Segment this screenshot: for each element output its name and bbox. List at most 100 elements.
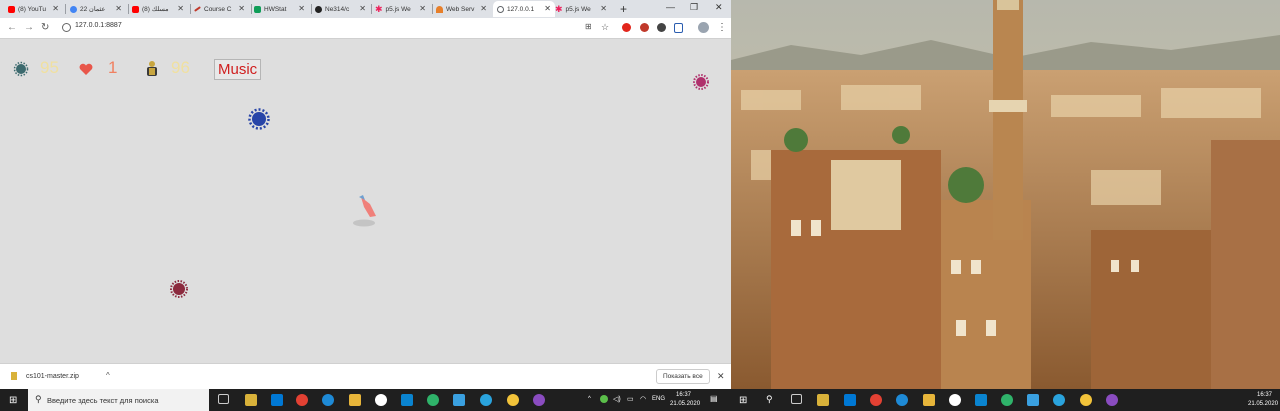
network-icon[interactable]: ◠ bbox=[640, 395, 646, 403]
extension-shield-icon[interactable] bbox=[674, 23, 683, 33]
forward-button[interactable]: → bbox=[24, 22, 34, 33]
app-blue-icon-2[interactable] bbox=[1027, 394, 1039, 406]
chevron-up-icon[interactable]: ^ bbox=[106, 371, 110, 380]
reload-button[interactable]: ↻ bbox=[41, 22, 49, 33]
game-graphics bbox=[13, 61, 709, 298]
tab-google[interactable]: عثمان 22 ✕ bbox=[70, 1, 126, 17]
tab-web-server[interactable]: Web Serv ✕ bbox=[436, 1, 491, 17]
app-yellow-icon-2[interactable] bbox=[1080, 394, 1092, 406]
back-button[interactable]: ← bbox=[7, 22, 17, 33]
close-icon[interactable]: ✕ bbox=[298, 4, 305, 13]
youtube-icon bbox=[132, 5, 139, 13]
edge-icon-2[interactable] bbox=[896, 394, 908, 406]
people-count: 96 bbox=[171, 58, 190, 77]
chrome-icon[interactable] bbox=[296, 394, 308, 406]
chrome-icon-2[interactable] bbox=[870, 394, 882, 406]
windows-start-icon-2[interactable]: ⊞ bbox=[739, 395, 747, 406]
vscode-icon-2[interactable] bbox=[975, 394, 987, 406]
bookmark-star-icon[interactable]: ☆ bbox=[601, 22, 609, 33]
tab-github[interactable]: Ne314/c ✕ bbox=[315, 1, 370, 17]
file-explorer-icon-2[interactable] bbox=[817, 394, 829, 406]
tab-localhost-active[interactable]: 127.0.0.1 ✕ bbox=[493, 1, 555, 17]
download-filename[interactable]: cs101-master.zip bbox=[26, 373, 79, 380]
tab-p5js-1[interactable]: ✱ p5.js We ✕ bbox=[375, 1, 430, 17]
tray-chevron-icon[interactable]: ^ bbox=[588, 396, 591, 402]
volume-icon[interactable]: ◁) bbox=[613, 395, 621, 403]
taskbar-search-box[interactable]: ⚲ Введите здесь текст для поиска bbox=[28, 389, 209, 411]
mail-icon-2[interactable] bbox=[844, 394, 856, 406]
music-button[interactable]: Music bbox=[214, 59, 262, 80]
app-yellow-icon[interactable] bbox=[507, 394, 519, 406]
close-download-bar-icon[interactable]: ✕ bbox=[717, 371, 725, 382]
app-blue-icon[interactable] bbox=[453, 394, 465, 406]
tab-label: (8) YouTu bbox=[18, 5, 46, 13]
virus-red bbox=[170, 280, 188, 298]
folder-icon[interactable] bbox=[349, 394, 361, 406]
app-purple-icon[interactable] bbox=[533, 394, 545, 406]
close-icon[interactable]: ✕ bbox=[419, 4, 426, 13]
game-canvas[interactable]: 95 1 96 Music bbox=[0, 39, 731, 363]
profile-avatar[interactable] bbox=[698, 22, 709, 33]
menu-icon[interactable]: ⋮ bbox=[717, 22, 727, 33]
notifications-icon[interactable]: ▤ bbox=[710, 394, 718, 403]
telegram-icon-2[interactable] bbox=[1053, 394, 1065, 406]
close-icon[interactable]: ✕ bbox=[480, 4, 487, 13]
language-indicator[interactable]: ENG bbox=[652, 396, 665, 402]
mail-icon[interactable] bbox=[271, 394, 283, 406]
close-icon[interactable]: ✕ bbox=[238, 4, 245, 13]
clock-time[interactable]: 16:37 bbox=[676, 392, 691, 398]
info-icon bbox=[62, 23, 71, 32]
lives-count: 1 bbox=[108, 58, 118, 77]
address-bar[interactable]: 127.0.0.1:8887 bbox=[75, 22, 122, 29]
tab-youtube-2[interactable]: (8) مسلك ✕ bbox=[132, 1, 188, 17]
search-icon-2[interactable]: ⚲ bbox=[766, 394, 773, 405]
clock-time-2[interactable]: 16:37 bbox=[1257, 392, 1272, 398]
new-tab-button[interactable]: + bbox=[620, 2, 627, 16]
translate-icon[interactable]: ⊞ bbox=[585, 22, 592, 31]
close-icon[interactable]: ✕ bbox=[52, 4, 59, 13]
clock-date[interactable]: 21.05.2020 bbox=[670, 401, 700, 407]
task-view-icon[interactable] bbox=[218, 394, 229, 404]
tab-separator bbox=[65, 4, 66, 14]
close-icon[interactable]: ✕ bbox=[359, 4, 366, 13]
tab-separator bbox=[251, 4, 252, 14]
file-explorer-icon[interactable] bbox=[245, 394, 257, 406]
task-view-icon-2[interactable] bbox=[791, 394, 802, 404]
google-icon bbox=[70, 5, 77, 13]
edge-icon[interactable] bbox=[322, 394, 334, 406]
app-green-icon-2[interactable] bbox=[1001, 394, 1013, 406]
tab-hwstat[interactable]: HWStat ✕ bbox=[254, 1, 309, 17]
minimize-button[interactable]: — bbox=[666, 2, 675, 12]
battery-icon[interactable]: ▭ bbox=[627, 395, 634, 403]
browser-window: (8) YouTu ✕ عثمان 22 ✕ (8) مسلك ✕ Course… bbox=[0, 0, 731, 389]
close-window-button[interactable]: ✕ bbox=[715, 2, 723, 13]
close-icon[interactable]: ✕ bbox=[177, 4, 184, 13]
tray-app-icon[interactable] bbox=[600, 395, 608, 403]
show-all-button[interactable]: Показать все bbox=[656, 369, 710, 384]
app-green-icon[interactable] bbox=[427, 394, 439, 406]
vscode-icon[interactable] bbox=[401, 394, 413, 406]
tab-p5js-2[interactable]: ✱ p5.js We ✕ bbox=[555, 1, 611, 17]
extension-abp-icon[interactable] bbox=[640, 23, 649, 32]
globe-icon bbox=[497, 5, 504, 13]
folder-icon-2[interactable] bbox=[923, 394, 935, 406]
yandex-icon-2[interactable] bbox=[949, 394, 961, 406]
close-icon[interactable]: ✕ bbox=[115, 4, 122, 13]
extension-red-icon[interactable] bbox=[622, 23, 631, 32]
close-icon[interactable]: ✕ bbox=[600, 4, 607, 13]
telegram-icon[interactable] bbox=[480, 394, 492, 406]
tab-course[interactable]: Course C ✕ bbox=[194, 1, 249, 17]
yandex-icon[interactable] bbox=[375, 394, 387, 406]
app-purple-icon-2[interactable] bbox=[1106, 394, 1118, 406]
extension-dark-icon[interactable] bbox=[657, 23, 666, 32]
tab-label: Ne314/c bbox=[325, 5, 350, 13]
clock-date-2[interactable]: 21.05.2020 bbox=[1248, 401, 1278, 407]
windows-start-icon[interactable]: ⊞ bbox=[9, 395, 17, 406]
close-icon[interactable]: ✕ bbox=[544, 4, 551, 13]
tab-youtube-1[interactable]: (8) YouTu ✕ bbox=[8, 1, 63, 17]
tab-label: HWStat bbox=[264, 5, 287, 13]
download-bar: cs101-master.zip ^ Показать все ✕ bbox=[0, 363, 731, 389]
restore-button[interactable]: ❐ bbox=[690, 2, 698, 13]
cityscape-image bbox=[731, 0, 1280, 389]
heart-icon bbox=[79, 63, 93, 75]
